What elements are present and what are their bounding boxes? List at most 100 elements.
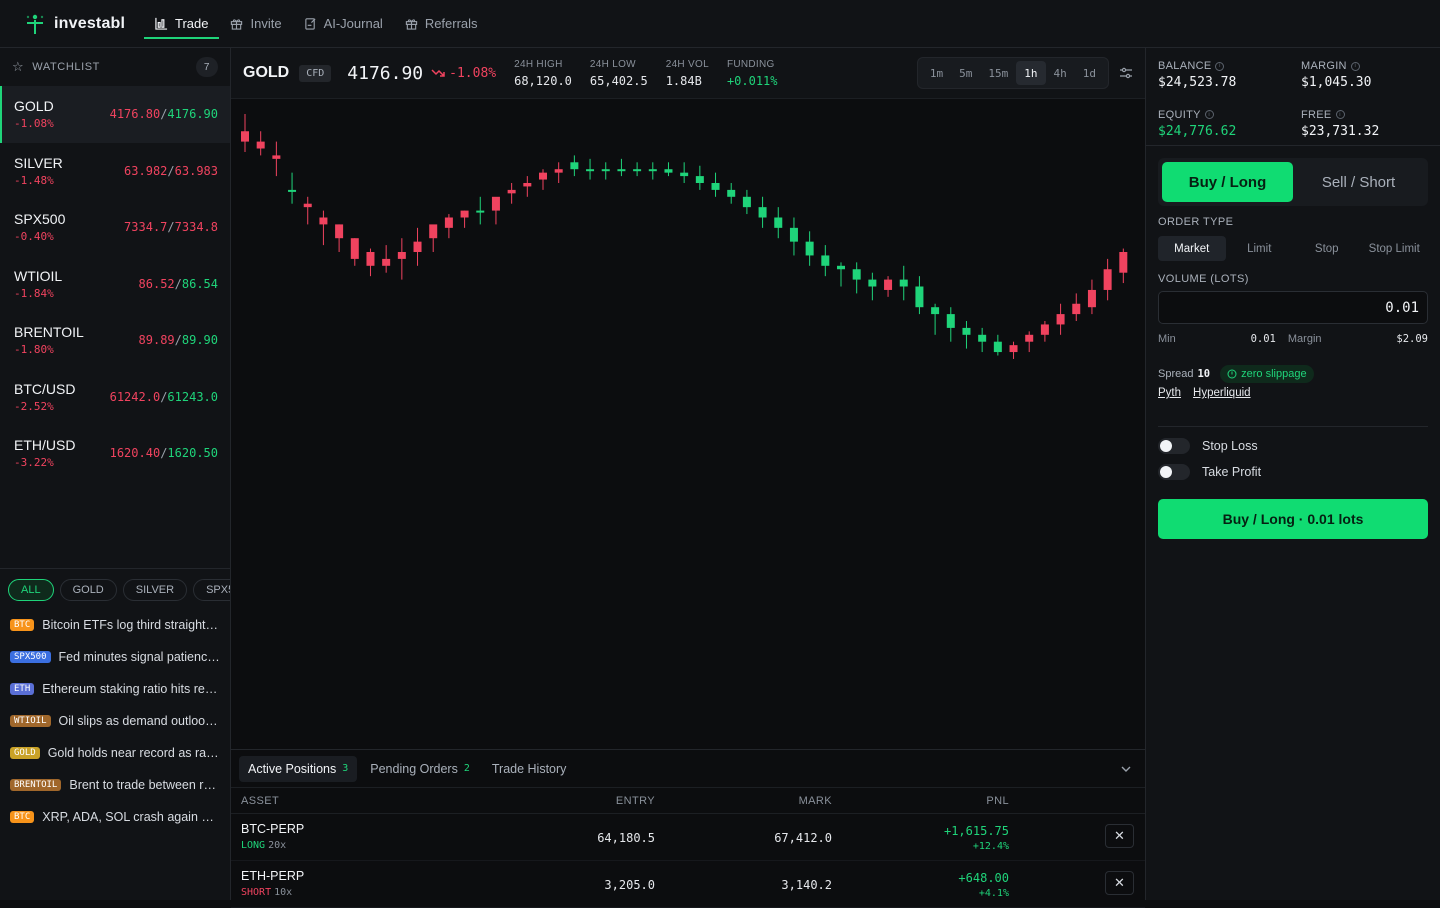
watchlist-item-wtioil[interactable]: WTIOIL -1.84% 86.52/86.54 xyxy=(0,256,230,313)
order-type-stop[interactable]: Stop xyxy=(1293,236,1361,261)
info-icon[interactable]: i xyxy=(1204,110,1214,119)
order-type-market[interactable]: Market xyxy=(1158,236,1226,261)
oracle-hyperliquid-link[interactable]: Hyperliquid xyxy=(1193,387,1251,404)
watchlist-item-silver[interactable]: SILVER -1.48% 63.982/63.983 xyxy=(0,143,230,200)
info-icon[interactable]: i xyxy=(1335,110,1345,119)
tab-pending-orders[interactable]: Pending Orders 2 xyxy=(361,756,479,782)
candle-body xyxy=(789,227,798,242)
watchlist-symbol: SILVER xyxy=(14,154,63,171)
candle xyxy=(821,245,830,277)
settings-sliders-icon[interactable] xyxy=(1119,66,1133,80)
watchlist-change: -1.80% xyxy=(14,343,54,357)
nav-referrals[interactable]: Referrals xyxy=(394,0,489,48)
candle-body xyxy=(570,162,579,170)
volume-input[interactable]: 0.01 xyxy=(1158,291,1428,324)
order-type-stop-limit[interactable]: Stop Limit xyxy=(1361,236,1429,261)
candle xyxy=(837,262,845,287)
timeframe-5m[interactable]: 5m xyxy=(951,61,980,85)
free-margin: FREE i $23,731.32 xyxy=(1301,109,1440,146)
news-item[interactable]: WTIOIL Oil slips as demand outlook weaken… xyxy=(0,705,230,737)
sell-short-button[interactable]: Sell / Short xyxy=(1293,162,1424,202)
news-tab-silver[interactable]: SILVER xyxy=(122,579,188,601)
logo[interactable]: investabl xyxy=(24,13,144,35)
take-profit-toggle[interactable] xyxy=(1158,464,1190,480)
news-tab-all[interactable]: ALL xyxy=(8,579,54,601)
candle-body xyxy=(648,169,657,172)
pnl-value: +648.00 xyxy=(958,871,1009,885)
oracle-pyth-link[interactable]: Pyth xyxy=(1158,387,1181,404)
order-type-limit[interactable]: Limit xyxy=(1226,236,1294,261)
stat-value: 65,402.5 xyxy=(589,73,648,88)
candle xyxy=(727,183,736,204)
take-profit-label: Take Profit xyxy=(1202,465,1262,479)
stat-value: +0.011% xyxy=(726,73,778,88)
candle xyxy=(648,162,657,180)
nav-trade[interactable]: Trade xyxy=(144,0,220,48)
watchlist-change: -3.22% xyxy=(14,456,54,470)
nav-ai-journal-label: AI-Journal xyxy=(323,16,383,31)
stop-loss-row: Stop Loss xyxy=(1158,438,1428,454)
candle-body xyxy=(962,327,971,335)
close-position-button[interactable]: ✕ xyxy=(1105,871,1134,895)
ask-price: 63.983 xyxy=(174,163,218,178)
nav-invite[interactable]: Invite xyxy=(219,0,292,48)
watchlist-item-brentoil[interactable]: BRENTOIL -1.80% 89.89/89.90 xyxy=(0,312,230,369)
tab-trade-history[interactable]: Trade History xyxy=(483,756,576,782)
info-icon[interactable]: i xyxy=(1215,61,1225,71)
nav-ai-journal[interactable]: AI-Journal xyxy=(293,0,394,48)
timeframe-1h[interactable]: 1h xyxy=(1016,61,1046,85)
watchlist-item-btcusd[interactable]: BTC/USD -2.52% 61242.0/61243.0 xyxy=(0,369,230,426)
watchlist-item-spx500[interactable]: SPX500 -0.40% 7334.7/7334.8 xyxy=(0,199,230,256)
news-tag: WTIOIL xyxy=(10,715,51,727)
table-row[interactable]: BTC-PERP LONG 20x 64,180.5 67,412.0 +1,61… xyxy=(231,814,1145,861)
watchlist-item-gold[interactable]: GOLD -1.08% 4176.80/4176.90 xyxy=(0,86,230,143)
candle-body xyxy=(523,183,532,187)
chevron-down-icon[interactable] xyxy=(1119,762,1133,776)
news-item[interactable]: GOLD Gold holds near record as rate bets … xyxy=(0,737,230,769)
timeframe-1d[interactable]: 1d xyxy=(1075,61,1104,85)
news-tab-spx500[interactable]: SPX5 xyxy=(193,579,230,601)
candle xyxy=(444,214,453,239)
watchlist-item-ethusd[interactable]: ETH/USD -3.22% 1620.40/1620.50 xyxy=(0,425,230,482)
news-tab-gold[interactable]: GOLD xyxy=(59,579,117,601)
position-asset: BTC-PERP LONG 20x xyxy=(241,822,304,851)
stop-loss-toggle[interactable] xyxy=(1158,438,1190,454)
news-item[interactable]: BTC Bitcoin ETFs log third straight week … xyxy=(0,609,230,641)
volume-label: VOLUME (LOTS) xyxy=(1158,273,1249,285)
candle-body xyxy=(256,141,265,149)
news-item[interactable]: BTC XRP, ADA, SOL crash again as market s… xyxy=(0,801,230,833)
leverage: 20x xyxy=(268,840,287,851)
candle xyxy=(1087,279,1096,315)
candle-body xyxy=(1056,314,1065,325)
submit-order-button[interactable]: Buy / Long · 0.01 lots xyxy=(1158,499,1428,539)
tab-active-positions[interactable]: Active Positions 3 xyxy=(239,755,358,782)
ask-price: 86.54 xyxy=(181,276,218,291)
close-position-button[interactable]: ✕ xyxy=(1105,824,1134,848)
news-tag: BRENTOIL xyxy=(10,779,62,791)
candle xyxy=(241,114,249,152)
news-tag: BTC xyxy=(10,811,35,823)
candle-body xyxy=(460,210,469,218)
news-title: Brent to trade between ranges this week xyxy=(69,778,220,792)
candle-body xyxy=(617,169,626,172)
candle xyxy=(884,276,893,297)
table-row[interactable]: ETH-PERP SHORT 10x 3,205.0 3,140.2 +648.0… xyxy=(231,861,1145,908)
oracle-sources: Pyth Hyperliquid xyxy=(1158,387,1428,427)
info-icon[interactable]: i xyxy=(1350,61,1360,71)
ticker-bar: GOLD CFD 4176.90 -1.08% 24H HIGH 68,120.0… xyxy=(231,48,1145,99)
candlestick-chart[interactable] xyxy=(231,99,1145,749)
candle-body xyxy=(931,307,940,315)
timeframe-15m[interactable]: 15m xyxy=(980,61,1016,85)
gift-icon xyxy=(231,19,243,30)
timeframe-4h[interactable]: 4h xyxy=(1046,61,1075,85)
margin-label: MARGIN xyxy=(1301,60,1347,72)
news-item[interactable]: ETH Ethereum staking ratio hits record hi… xyxy=(0,673,230,705)
news-item[interactable]: BRENTOIL Brent to trade between ranges th… xyxy=(0,769,230,801)
candle xyxy=(554,162,563,183)
candle-body xyxy=(727,189,736,197)
timeframe-1m[interactable]: 1m xyxy=(922,61,951,85)
stop-loss-label: Stop Loss xyxy=(1202,439,1258,453)
news-item[interactable]: SPX500 Fed minutes signal patience on rat… xyxy=(0,641,230,673)
candle xyxy=(288,172,297,204)
buy-long-button[interactable]: Buy / Long xyxy=(1162,162,1293,202)
